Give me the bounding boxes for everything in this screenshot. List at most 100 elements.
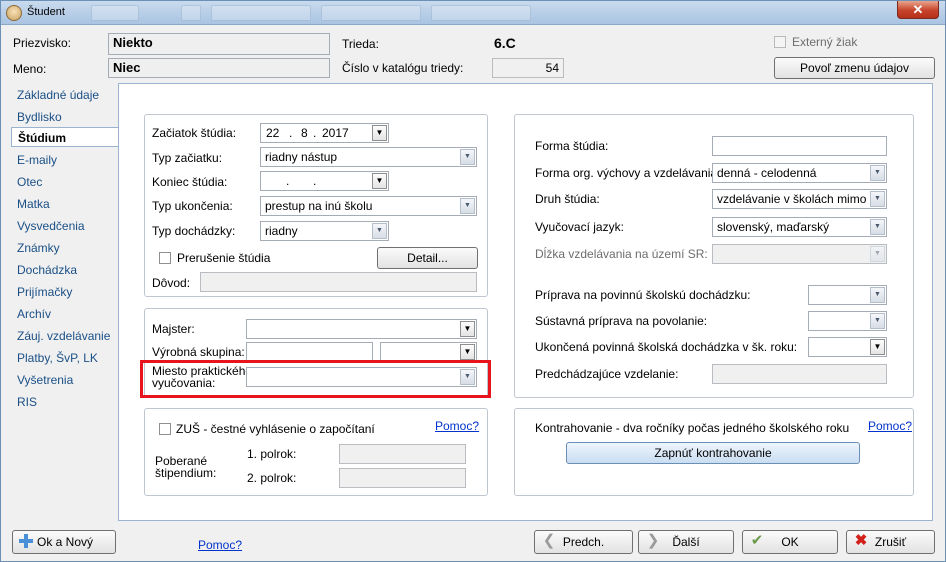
form-field[interactable] — [712, 136, 887, 156]
length-label: Dĺžka vzdelávania na území SR: — [535, 247, 708, 261]
previous-education-field — [712, 364, 887, 384]
close-window-button[interactable]: ✕ — [897, 1, 939, 19]
sidebar-item[interactable]: Vyšetrenia — [11, 370, 119, 390]
chevron-down-icon[interactable]: ▼ — [460, 198, 475, 214]
sidebar-item[interactable]: Otec — [11, 172, 119, 192]
contract-help-link[interactable]: Pomoc? — [868, 419, 912, 433]
start-month: 8 — [301, 126, 308, 140]
sidebar-item[interactable]: Vysvedčenia — [11, 216, 119, 236]
cancel-button[interactable]: ✖ Zrušiť — [846, 530, 935, 554]
chevron-down-icon[interactable]: ▼ — [870, 219, 885, 235]
production-group-field[interactable] — [246, 342, 373, 362]
sidebar-item[interactable]: Známky — [11, 238, 119, 258]
study-type-label: Druh štúdia: — [535, 192, 600, 206]
sidebar-item[interactable]: Archív — [11, 304, 119, 324]
start-date-picker[interactable]: 22 . 8 . 2017 ▼ — [260, 123, 389, 143]
org-form-label: Forma org. výchovy a vzdelávania: — [535, 166, 721, 180]
chevron-right-icon: ❯ — [646, 532, 660, 549]
org-form-select[interactable]: denná - celodenná ▼ — [712, 163, 887, 183]
org-form-value: denná - celodenná — [717, 166, 817, 180]
language-label: Vyučovací jazyk: — [535, 220, 624, 234]
previous-education-label: Predchádzajúce vzdelanie: — [535, 367, 679, 381]
start-type-label: Typ začiatku: — [152, 151, 223, 165]
chevron-left-icon: ❮ — [542, 532, 556, 549]
chevron-down-icon[interactable]: ▼ — [460, 321, 475, 337]
end-date-picker[interactable]: . . ▼ — [260, 171, 389, 191]
attendance-value: riadny — [265, 224, 298, 238]
chevron-down-icon[interactable]: ▼ — [372, 125, 387, 141]
ok-new-button[interactable]: Ok a Nový — [12, 530, 116, 554]
class-value: 6.C — [494, 35, 516, 51]
master-select[interactable]: ▼ — [246, 319, 477, 339]
chevron-down-icon: ▼ — [870, 246, 885, 262]
sidebar-item[interactable]: RIS — [11, 392, 119, 412]
chevron-down-icon[interactable]: ▼ — [870, 165, 885, 181]
class-label: Trieda: — [342, 37, 379, 51]
form-label: Forma štúdia: — [535, 139, 609, 153]
sidebar-item[interactable]: Platby, ŠvP, LK — [11, 348, 119, 368]
ghost-toolbar-item — [181, 5, 201, 21]
prep-select[interactable]: ▼ — [808, 285, 887, 305]
chevron-down-icon[interactable]: ▼ — [870, 191, 885, 207]
chevron-down-icon[interactable]: ▼ — [460, 344, 475, 360]
zus-help-link[interactable]: Pomoc? — [435, 419, 479, 433]
enable-contract-button[interactable]: Zapnúť kontrahovanie — [566, 442, 860, 464]
detail-button[interactable]: Detail... — [377, 247, 478, 269]
ghost-toolbar-item — [431, 5, 531, 21]
sidebar-item[interactable]: E-maily — [11, 150, 119, 170]
ghost-toolbar-item — [211, 5, 311, 21]
sidebar-item[interactable]: Dochádzka — [11, 260, 119, 280]
start-type-value: riadny nástup — [265, 150, 338, 164]
allow-change-button[interactable]: Povoľ zmenu údajov — [774, 57, 935, 79]
start-day: 22 — [266, 126, 280, 140]
chevron-down-icon[interactable]: ▼ — [870, 339, 885, 355]
surname-field[interactable]: Niekto — [108, 33, 330, 55]
external-student-label: Externý žiak — [792, 35, 858, 49]
external-student-checkbox[interactable] — [774, 36, 786, 48]
plus-icon — [19, 534, 33, 548]
chevron-down-icon[interactable]: ▼ — [460, 149, 475, 165]
end-type-select[interactable]: prestup na inú školu ▼ — [260, 196, 477, 216]
start-year: 2017 — [322, 126, 349, 140]
sidebar-item[interactable]: Bydlisko — [11, 107, 119, 127]
student-window: Študent ✕ Priezvisko: Niekto Meno: Niec … — [0, 0, 946, 562]
study-type-select[interactable]: vzdelávanie v školách mimo úz ▼ — [712, 189, 887, 209]
chevron-down-icon[interactable]: ▼ — [870, 287, 885, 303]
semester2-label: 2. polrok: — [247, 471, 297, 485]
chevron-down-icon[interactable]: ▼ — [870, 313, 885, 329]
next-label: Ďalší — [672, 535, 700, 549]
catalog-label: Číslo v katalógu triedy: — [342, 61, 464, 75]
sidebar-item[interactable]: Základné údaje — [11, 85, 119, 105]
ok-new-label: Ok a Nový — [37, 535, 94, 549]
sidebar-item[interactable]: Štúdium — [11, 127, 119, 147]
reason-field — [200, 272, 477, 292]
continuous-prep-label: Sústavná príprava na povolanie: — [535, 314, 708, 328]
completed-select[interactable]: ▼ — [808, 337, 887, 357]
sidebar-item[interactable]: Matka — [11, 194, 119, 214]
footer-help-link[interactable]: Pomoc? — [198, 538, 242, 552]
ok-label: OK — [781, 535, 799, 549]
language-select[interactable]: slovenský, maďarský ▼ — [712, 217, 887, 237]
next-button[interactable]: ❯ Ďalší — [638, 530, 734, 554]
semester1-field — [339, 444, 466, 464]
continuous-prep-select[interactable]: ▼ — [808, 311, 887, 331]
start-type-select[interactable]: riadny nástup ▼ — [260, 147, 477, 167]
name-field[interactable]: Niec — [108, 58, 330, 78]
chevron-down-icon[interactable]: ▼ — [372, 173, 387, 189]
highlight-box — [140, 360, 491, 398]
attendance-select[interactable]: riadny ▼ — [260, 221, 389, 241]
production-group-select[interactable]: ▼ — [380, 342, 477, 362]
zus-checkbox[interactable] — [159, 423, 171, 435]
language-value: slovenský, maďarský — [717, 220, 830, 234]
prev-button[interactable]: ❮ Predch. — [534, 530, 633, 554]
study-type-value: vzdelávanie v školách mimo úz — [717, 192, 883, 206]
ok-button[interactable]: ✔ OK — [742, 530, 838, 554]
end-type-value: prestup na inú školu — [265, 199, 373, 213]
sidebar-item[interactable]: Záuj. vzdelávanie — [11, 326, 119, 346]
reason-label: Dôvod: — [152, 276, 191, 290]
chevron-down-icon[interactable]: ▼ — [372, 223, 387, 239]
sidebar-item[interactable]: Prijímačky — [11, 282, 119, 302]
prep-label: Príprava na povinnú školskú dochádzku: — [535, 288, 751, 302]
prev-label: Predch. — [562, 535, 605, 549]
interruption-checkbox[interactable] — [159, 252, 171, 264]
